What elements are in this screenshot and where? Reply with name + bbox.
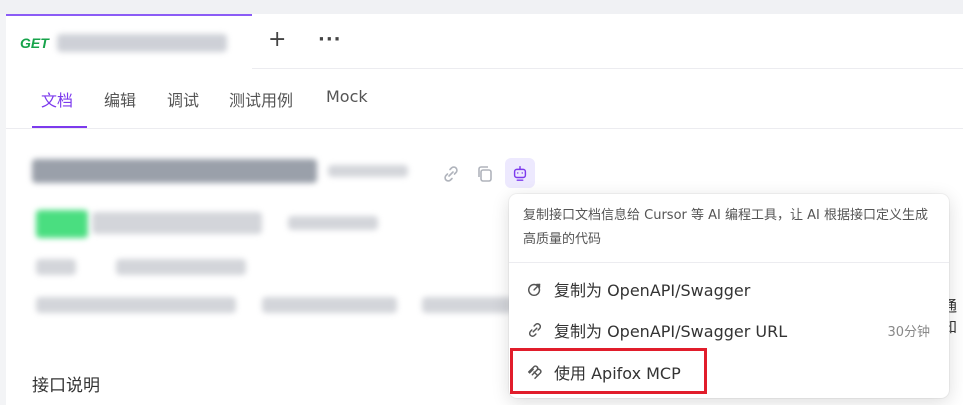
- divider: [509, 262, 949, 263]
- meta-redacted-2: [262, 297, 397, 313]
- window-top-bar: [0, 0, 963, 14]
- tab-mock[interactable]: Mock: [326, 87, 368, 106]
- meta-redacted-1: [36, 297, 236, 313]
- ai-copy-button[interactable]: [505, 158, 535, 188]
- copy-icon[interactable]: [475, 164, 495, 184]
- owner-redacted: [36, 259, 76, 275]
- highlight-box: [510, 348, 707, 394]
- tab-docs[interactable]: 文档: [41, 87, 73, 111]
- openapi-icon: [526, 280, 544, 298]
- dropdown-description: 复制接口文档信息给 Cursor 等 AI 编程工具，让 AI 根据接口定义生成…: [523, 208, 928, 247]
- endpoint-title-redacted: [32, 159, 317, 183]
- folder-redacted: [116, 259, 246, 275]
- tab-edit[interactable]: 编辑: [104, 87, 136, 111]
- tab-test-cases[interactable]: 测试用例: [229, 87, 293, 111]
- method-badge: GET: [20, 34, 49, 51]
- menu-copy-openapi[interactable]: 复制为 OpenAPI/Swagger: [509, 269, 949, 309]
- method-badge-redacted: [36, 210, 88, 238]
- request-tab-title-redacted: [56, 33, 227, 52]
- doc-subtabs: 文档 编辑 调试 测试用例 Mock: [6, 69, 963, 129]
- more-icon[interactable]: ···: [318, 28, 342, 52]
- menu-item-label: 复制为 OpenAPI/Swagger: [554, 281, 751, 300]
- endpoint-meta-redacted: [328, 165, 408, 177]
- meta-redacted-3: [422, 297, 512, 313]
- section-heading: 接口说明: [32, 376, 100, 396]
- menu-item-note: 30分钟: [887, 324, 930, 340]
- request-tab-bar: GET + ···: [6, 14, 963, 69]
- link-icon[interactable]: [441, 164, 461, 184]
- link-icon: [526, 321, 544, 339]
- plus-icon[interactable]: +: [268, 28, 286, 52]
- menu-copy-openapi-url[interactable]: 复制为 OpenAPI/Swagger URL 30分钟: [509, 310, 949, 350]
- active-tab-indicator: [32, 126, 87, 128]
- endpoint-path-redacted: [92, 212, 262, 234]
- robot-icon: [511, 164, 529, 182]
- tab-debug[interactable]: 调试: [167, 87, 199, 111]
- request-tab[interactable]: GET: [6, 14, 252, 69]
- menu-item-label: 复制为 OpenAPI/Swagger URL: [554, 322, 788, 341]
- status-redacted: [288, 216, 378, 230]
